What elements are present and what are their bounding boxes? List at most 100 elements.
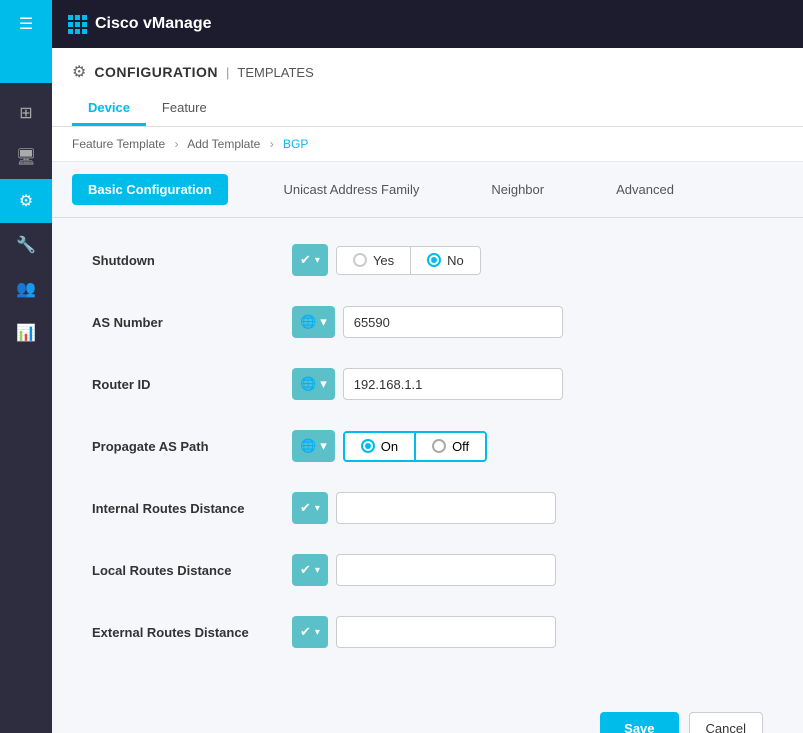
- breadcrumb-add-template[interactable]: Add Template: [187, 137, 260, 151]
- caret-icon-7: ▾: [315, 627, 320, 638]
- form-footer: Save Cancel: [52, 692, 803, 733]
- internal-routes-dropdown[interactable]: ✔ ▾: [292, 492, 328, 524]
- propagate-off-label: Off: [452, 439, 469, 454]
- page-header: ⚙ CONFIGURATION | TEMPLATES Device Featu…: [52, 48, 803, 127]
- propagate-off-radio: [432, 439, 446, 453]
- propagate-as-path-row: Propagate AS Path 🌐 ▾ On Off: [92, 424, 763, 468]
- propagate-dropdown[interactable]: 🌐 ▾: [292, 430, 335, 462]
- propagate-toggle-group: On Off: [343, 431, 487, 462]
- breadcrumb-sep-2: ›: [270, 137, 274, 151]
- propagate-as-path-controls: 🌐 ▾ On Off: [292, 430, 487, 462]
- local-routes-input[interactable]: [336, 554, 556, 586]
- sidebar-item-monitor[interactable]: 🖥: [0, 135, 52, 179]
- check-icon-3: ✔: [300, 562, 311, 578]
- shutdown-no-option[interactable]: No: [411, 247, 480, 274]
- globe-icon-2: 🌐: [300, 376, 316, 392]
- section-tab-unicast[interactable]: Unicast Address Family: [268, 174, 436, 205]
- shutdown-no-radio: [427, 253, 441, 267]
- check-icon-4: ✔: [300, 624, 311, 640]
- as-number-dropdown[interactable]: 🌐 ▾: [292, 306, 335, 338]
- router-id-controls: 🌐 ▾: [292, 368, 563, 400]
- form-area: Shutdown ✔ ▾ Yes No: [52, 218, 803, 692]
- as-number-label: AS Number: [92, 315, 292, 330]
- tab-feature[interactable]: Feature: [146, 92, 223, 126]
- sidebar-item-tools[interactable]: 🔧: [0, 223, 52, 267]
- caret-icon-3: ▾: [320, 376, 327, 392]
- shutdown-no-label: No: [447, 253, 464, 268]
- caret-icon-6: ▾: [315, 565, 320, 576]
- tools-icon: 🔧: [16, 235, 36, 255]
- caret-icon-4: ▾: [320, 438, 327, 454]
- router-id-dropdown[interactable]: 🌐 ▾: [292, 368, 335, 400]
- internal-routes-row: Internal Routes Distance ✔ ▾: [92, 486, 763, 530]
- shutdown-yes-label: Yes: [373, 253, 394, 268]
- sidebar-item-dashboard[interactable]: ⊞: [0, 91, 52, 135]
- sidebar-item-config[interactable]: ⚙: [0, 179, 52, 223]
- propagate-as-path-label: Propagate AS Path: [92, 439, 292, 454]
- external-routes-row: External Routes Distance ✔ ▾: [92, 610, 763, 654]
- page-tabs: Device Feature: [72, 92, 783, 126]
- internal-routes-controls: ✔ ▾: [292, 492, 556, 524]
- cisco-grid-logo: [17, 56, 36, 75]
- check-icon-2: ✔: [300, 500, 311, 516]
- internal-routes-label: Internal Routes Distance: [92, 501, 292, 516]
- title-separator: |: [226, 65, 229, 80]
- section-tab-advanced[interactable]: Advanced: [600, 174, 690, 205]
- external-routes-dropdown[interactable]: ✔ ▾: [292, 616, 328, 648]
- router-id-row: Router ID 🌐 ▾: [92, 362, 763, 406]
- section-tab-basic[interactable]: Basic Configuration: [72, 174, 228, 205]
- propagate-on-radio: [361, 439, 375, 453]
- section-tabs: Basic Configuration Unicast Address Fami…: [52, 162, 803, 218]
- page-section: CONFIGURATION: [94, 64, 218, 80]
- shutdown-radio-group: Yes No: [336, 246, 481, 275]
- external-routes-controls: ✔ ▾: [292, 616, 556, 648]
- caret-icon-5: ▾: [315, 503, 320, 514]
- check-icon: ✔: [300, 252, 311, 268]
- shutdown-yes-option[interactable]: Yes: [337, 247, 411, 274]
- dashboard-icon: ⊞: [19, 103, 32, 123]
- router-id-input[interactable]: [343, 368, 563, 400]
- page-subsection: TEMPLATES: [237, 65, 313, 80]
- section-tab-neighbor[interactable]: Neighbor: [475, 174, 560, 205]
- sidebar: ☰ ⊞ 🖥 ⚙ 🔧 👥 📊: [0, 0, 52, 733]
- breadcrumb-current: BGP: [283, 137, 308, 151]
- app-title: Cisco vManage: [95, 15, 211, 33]
- shutdown-yes-radio: [353, 253, 367, 267]
- local-routes-label: Local Routes Distance: [92, 563, 292, 578]
- local-routes-row: Local Routes Distance ✔ ▾: [92, 548, 763, 592]
- globe-icon-3: 🌐: [300, 438, 316, 454]
- monitor-icon: 🖥: [16, 147, 36, 167]
- breadcrumb: Feature Template › Add Template › BGP: [52, 127, 803, 162]
- cisco-logo-area: [0, 48, 52, 83]
- shutdown-dropdown[interactable]: ✔ ▾: [292, 244, 328, 276]
- propagate-off-option[interactable]: Off: [416, 433, 485, 460]
- tab-device[interactable]: Device: [72, 92, 146, 126]
- save-button[interactable]: Save: [600, 712, 678, 733]
- breadcrumb-sep-1: ›: [175, 137, 179, 151]
- admin-icon: 👥: [16, 279, 36, 299]
- propagate-on-label: On: [381, 439, 398, 454]
- local-routes-dropdown[interactable]: ✔ ▾: [292, 554, 328, 586]
- external-routes-input[interactable]: [336, 616, 556, 648]
- breadcrumb-feature-template[interactable]: Feature Template: [72, 137, 165, 151]
- brand-area: Cisco vManage: [68, 15, 211, 34]
- hamburger-button[interactable]: ☰: [0, 0, 52, 48]
- sidebar-item-admin[interactable]: 👥: [0, 267, 52, 311]
- app-header: Cisco vManage: [52, 0, 803, 48]
- caret-icon: ▾: [315, 255, 320, 266]
- cancel-button[interactable]: Cancel: [689, 712, 763, 733]
- settings-icon: ⚙: [72, 62, 86, 82]
- propagate-on-option[interactable]: On: [345, 433, 416, 460]
- router-id-label: Router ID: [92, 377, 292, 392]
- local-routes-controls: ✔ ▾: [292, 554, 556, 586]
- reports-icon: 📊: [16, 323, 36, 343]
- main-content: Cisco vManage ⚙ CONFIGURATION | TEMPLATE…: [52, 0, 803, 733]
- page-title-row: ⚙ CONFIGURATION | TEMPLATES: [72, 62, 783, 82]
- as-number-controls: 🌐 ▾: [292, 306, 563, 338]
- internal-routes-input[interactable]: [336, 492, 556, 524]
- as-number-row: AS Number 🌐 ▾: [92, 300, 763, 344]
- header-cisco-grid: [68, 15, 87, 34]
- as-number-input[interactable]: [343, 306, 563, 338]
- sidebar-item-reports[interactable]: 📊: [0, 311, 52, 355]
- shutdown-controls: ✔ ▾ Yes No: [292, 244, 481, 276]
